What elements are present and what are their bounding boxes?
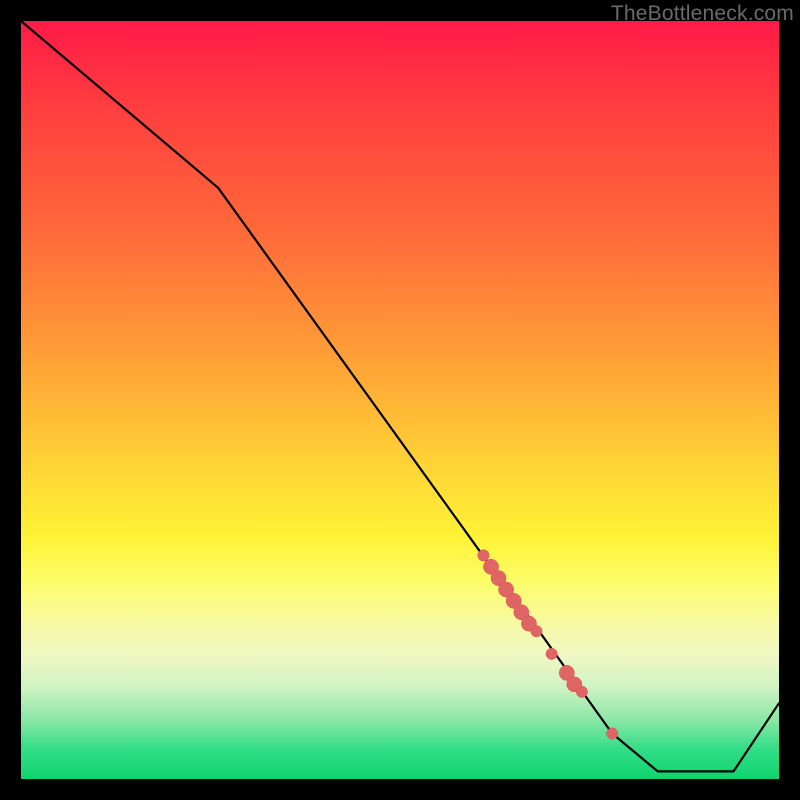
chart-marker [576,686,587,697]
chart-marker [478,550,489,561]
chart-marker [546,648,557,659]
chart-overlay [21,21,779,779]
chart-marker [607,728,618,739]
chart-marker [531,626,542,637]
chart-frame: TheBottleneck.com [0,0,800,800]
watermark-text: TheBottleneck.com [611,2,794,26]
chart-line [21,21,779,771]
